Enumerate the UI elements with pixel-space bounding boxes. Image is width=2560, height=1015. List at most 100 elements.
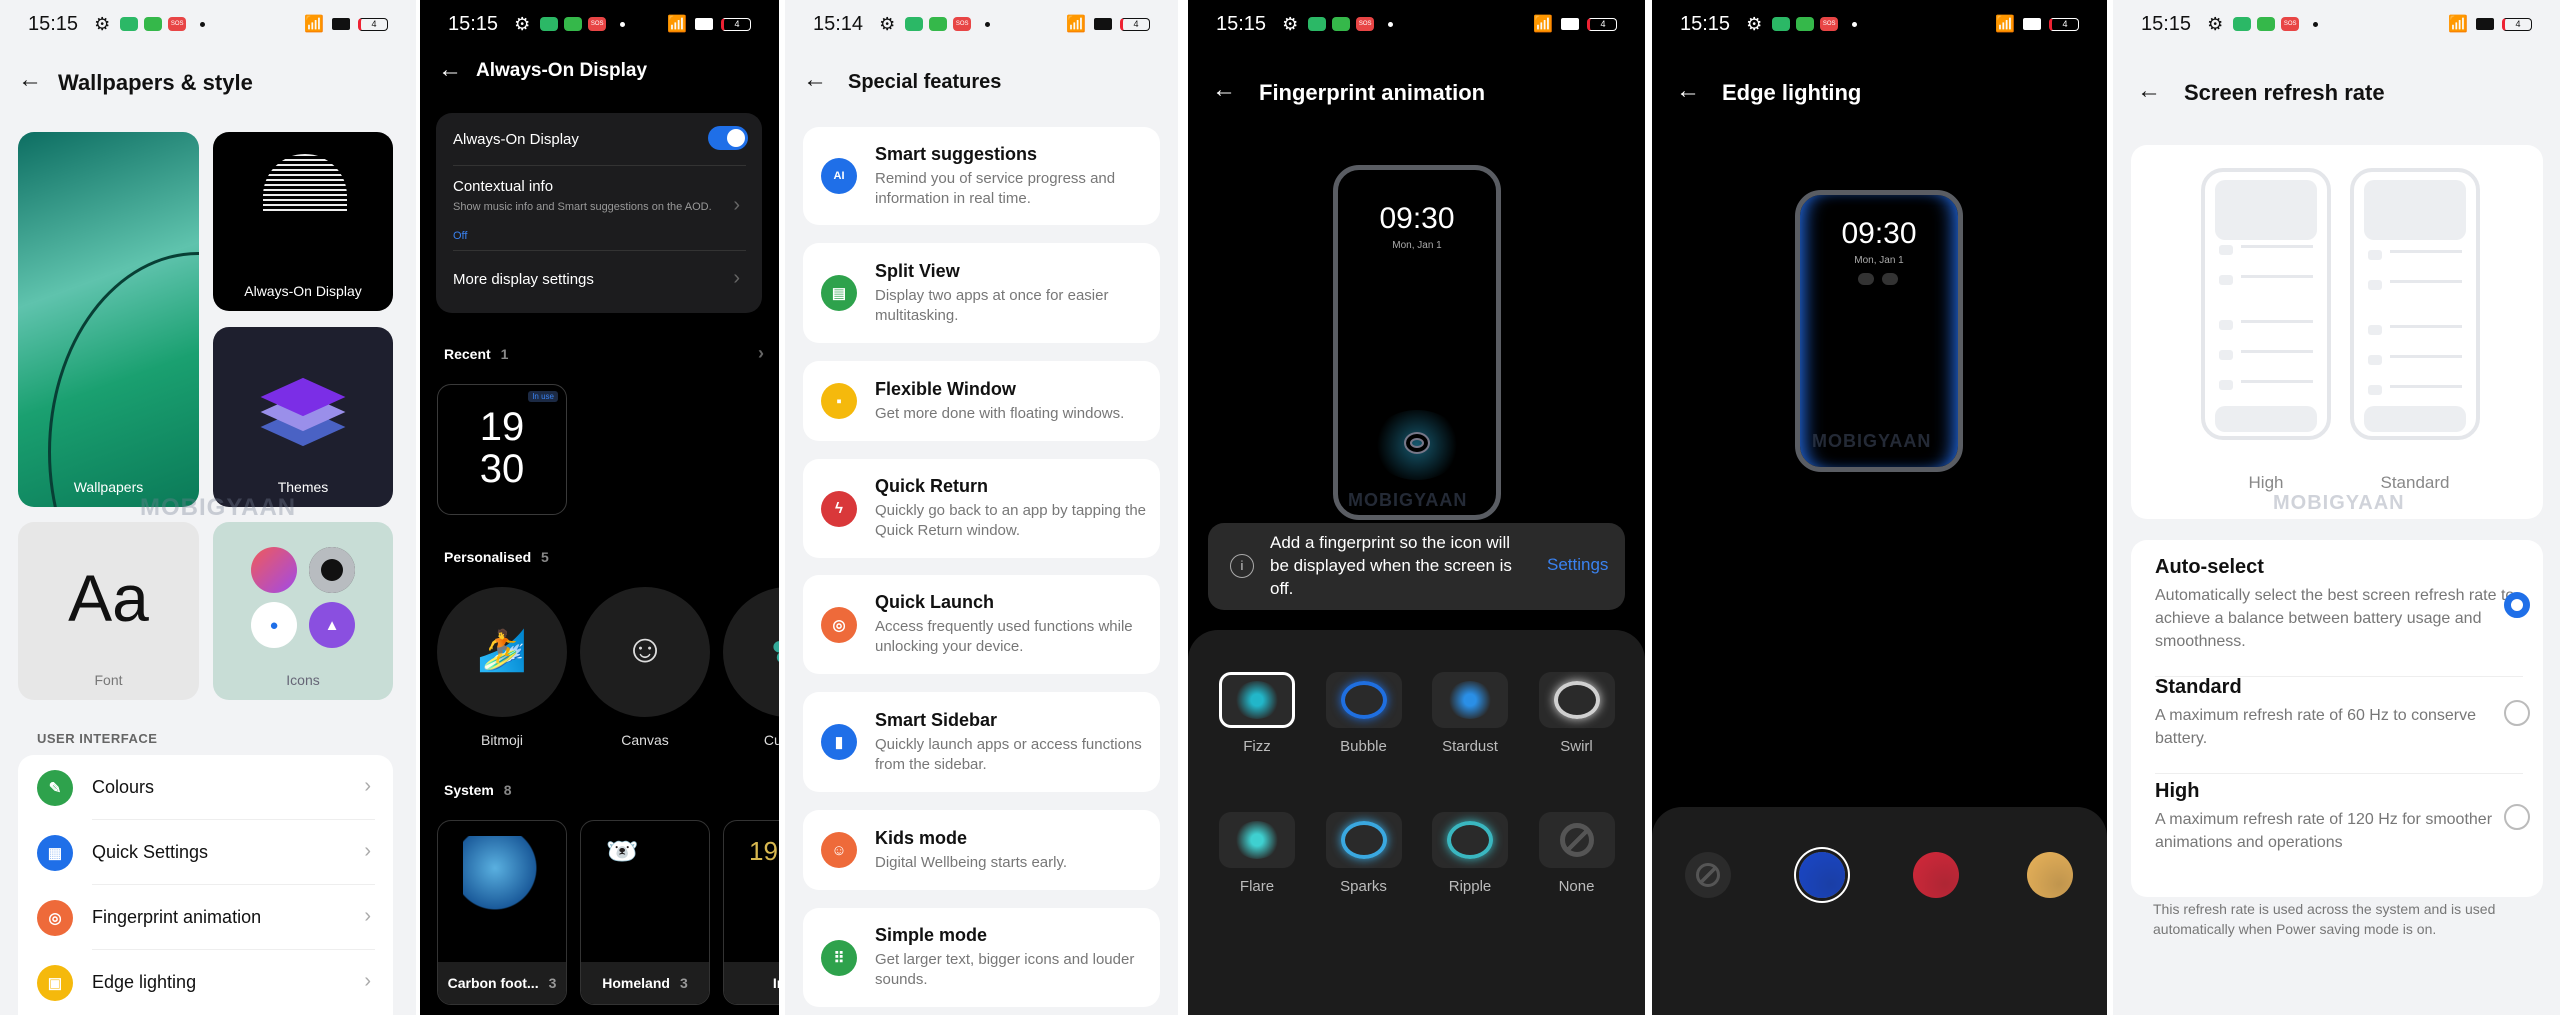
chevron-right-icon: ›: [364, 970, 371, 992]
list-item-fingerprint-animation[interactable]: ◎ Fingerprint animation ›: [18, 885, 393, 950]
aod-toggle[interactable]: [708, 126, 748, 150]
animation-option-stardust[interactable]: [1432, 672, 1508, 728]
icons-tile[interactable]: ● ▲ Icons: [213, 522, 393, 700]
back-arrow-icon[interactable]: ←: [803, 66, 827, 94]
back-arrow-icon[interactable]: ←: [2137, 77, 2161, 105]
animation-option-ripple[interactable]: [1432, 812, 1508, 868]
more-display-settings-row[interactable]: More display settings ›: [436, 251, 762, 311]
recent-clock-style[interactable]: In use 19 30: [437, 384, 567, 515]
tile-label: Font: [94, 672, 123, 688]
split-view-icon: ▤: [821, 275, 857, 311]
back-arrow-icon[interactable]: ←: [438, 56, 462, 84]
aod-system-style[interactable]: 19 Ins: [723, 820, 779, 1005]
animation-option-bubble[interactable]: [1325, 672, 1402, 728]
section-count: 8: [503, 782, 512, 798]
animation-option-flare[interactable]: [1219, 812, 1295, 868]
message-icon: [1882, 273, 1898, 285]
user-interface-list: ✎ Colours › ▦ Quick Settings › ◎ Fingerprint an…: [18, 755, 393, 1015]
aod-system-name: Homeland: [602, 975, 670, 991]
radio-button[interactable]: [2504, 804, 2530, 830]
edge-lighting-preview-phone: 09:30 Mon, Jan 1 MOBIGYAAN: [1795, 190, 1963, 472]
feature-card-split-view[interactable]: ▤ Split View Display two apps at once for …: [803, 243, 1160, 343]
feature-card-kids-mode[interactable]: ☺ Kids mode Digital Wellbeing starts early…: [803, 810, 1160, 890]
list-item-colours[interactable]: ✎ Colours ›: [18, 755, 393, 820]
aod-style-canvas[interactable]: ☺: [580, 587, 710, 717]
aod-system-style[interactable]: 🐻‍❄️ Homeland 3: [580, 820, 710, 1005]
feature-card-quick-launch[interactable]: ◎ Quick Launch Access frequently used func…: [803, 575, 1160, 674]
sidebar-icon: ▮: [821, 724, 857, 760]
simple-mode-icon: ⠿: [821, 939, 857, 976]
wallpapers-style-screen: ← Wallpapers & style Wallpapers Always-O…: [0, 0, 416, 1015]
animation-option-sparks[interactable]: [1325, 812, 1402, 868]
feature-card-flexible-window[interactable]: ▪ Flexible Window Get more done with float…: [803, 361, 1160, 441]
status-right: 📶 4: [1066, 14, 1150, 34]
feature-card-smart-sidebar[interactable]: ▮ Smart Sidebar Quickly launch apps or acc…: [803, 692, 1160, 792]
contextual-info-row[interactable]: Contextual info Show music info and Smar…: [436, 166, 762, 250]
feature-desc: Display two apps at once for easier mult…: [875, 286, 1109, 324]
none-icon: [1696, 863, 1720, 887]
app-notification-icon: [1796, 17, 1815, 31]
feature-desc: Get larger text, bigger icons and louder…: [875, 951, 1135, 988]
fingerprint-icon: [1404, 432, 1430, 454]
option-desc: A maximum refresh rate of 120 Hz for smo…: [2155, 811, 2493, 851]
section-count: 1: [500, 346, 509, 362]
feature-text: Quick Launch Access frequently used funct…: [875, 592, 1155, 657]
aod-system-style[interactable]: Carbon foot... 3: [437, 820, 567, 1005]
status-right: 📶 4: [667, 14, 751, 34]
preview-row-line: [2390, 355, 2462, 358]
brush-app-icon: [251, 547, 297, 593]
aod-system-count: 3: [548, 975, 557, 991]
aod-style-custom[interactable]: ✿: [723, 587, 779, 717]
status-right: 📶 4: [2448, 14, 2532, 34]
none-effect-icon: [1559, 823, 1594, 857]
back-arrow-icon[interactable]: ←: [1212, 76, 1236, 104]
watermark-logo: MOBIGYAAN: [1812, 431, 1932, 451]
recent-section-header[interactable]: Recent 1 ›: [444, 343, 764, 363]
section-label: Personalised: [444, 549, 532, 565]
status-time: 15:15: [2141, 12, 2192, 35]
color-swatch-blue[interactable]: [1799, 852, 1845, 898]
animation-option-fizz[interactable]: [1219, 672, 1295, 728]
animation-option-label: Fizz: [1243, 738, 1271, 755]
always-on-display-tile[interactable]: Always-On Display: [213, 132, 393, 311]
preview-row-icon: [2368, 325, 2382, 335]
section-label: System: [444, 782, 494, 798]
more-notifications-dot-icon: [620, 21, 626, 27]
color-swatch-gold[interactable]: [2027, 852, 2073, 898]
animation-option-none[interactable]: [1538, 812, 1615, 868]
aod-style-preview-icon: 🏄: [477, 629, 527, 673]
font-tile[interactable]: Aa Font: [18, 522, 199, 700]
wallpapers-tile[interactable]: Wallpapers: [18, 132, 199, 507]
color-swatch-red[interactable]: [1913, 852, 1959, 898]
refresh-option-high[interactable]: High A maximum refresh rate of 120 Hz for…: [2131, 780, 2543, 884]
list-item-quick-settings[interactable]: ▦ Quick Settings ›: [18, 820, 393, 885]
animation-option-label: None: [1558, 878, 1595, 895]
feature-desc: Get more done with floating windows.: [875, 404, 1125, 422]
back-arrow-icon[interactable]: ←: [18, 66, 42, 94]
settings-link[interactable]: Settings: [1547, 555, 1608, 575]
status-time: 15:15: [28, 12, 79, 35]
themes-tile[interactable]: Themes: [213, 327, 393, 507]
radio-button[interactable]: [2504, 700, 2530, 726]
animation-option-swirl[interactable]: [1538, 672, 1615, 728]
status-right: 📶 4: [1995, 14, 2079, 34]
radio-button[interactable]: [2504, 592, 2530, 618]
back-arrow-icon[interactable]: ←: [1676, 77, 1700, 105]
feature-card-simple-mode[interactable]: ⠿ Simple mode Get larger text, bigger icon…: [803, 908, 1160, 1007]
status-time: 15:15: [1216, 12, 1267, 35]
refresh-option-standard[interactable]: Standard A maximum refresh rate of 60 Hz …: [2131, 676, 2543, 780]
feature-card-quick-return[interactable]: ϟ Quick Return Quickly go back to an app b…: [803, 459, 1160, 558]
ripple-effect-icon: [1447, 821, 1493, 859]
more-notifications-dot-icon: [1852, 21, 1858, 27]
status-bar: 15:15 ⚙ SOS 📶 4: [2113, 10, 2560, 38]
animation-option-label: Ripple: [1448, 878, 1492, 895]
aod-style-bitmoji[interactable]: 🏄: [437, 587, 567, 717]
color-swatch-none[interactable]: [1685, 852, 1731, 898]
refresh-option-auto-select[interactable]: Auto-select Automatically select the best…: [2131, 556, 2543, 677]
app-notification-icon: [1308, 17, 1327, 31]
list-item-label: Quick Settings: [92, 842, 209, 862]
more-notifications-dot-icon: [1388, 21, 1394, 27]
aod-system-footer: Ins: [724, 962, 779, 1004]
feature-card-smart-suggestions[interactable]: AI Smart suggestions Remind you of service…: [803, 127, 1160, 225]
list-item-edge-lighting[interactable]: ▣ Edge lighting ›: [18, 950, 393, 1015]
